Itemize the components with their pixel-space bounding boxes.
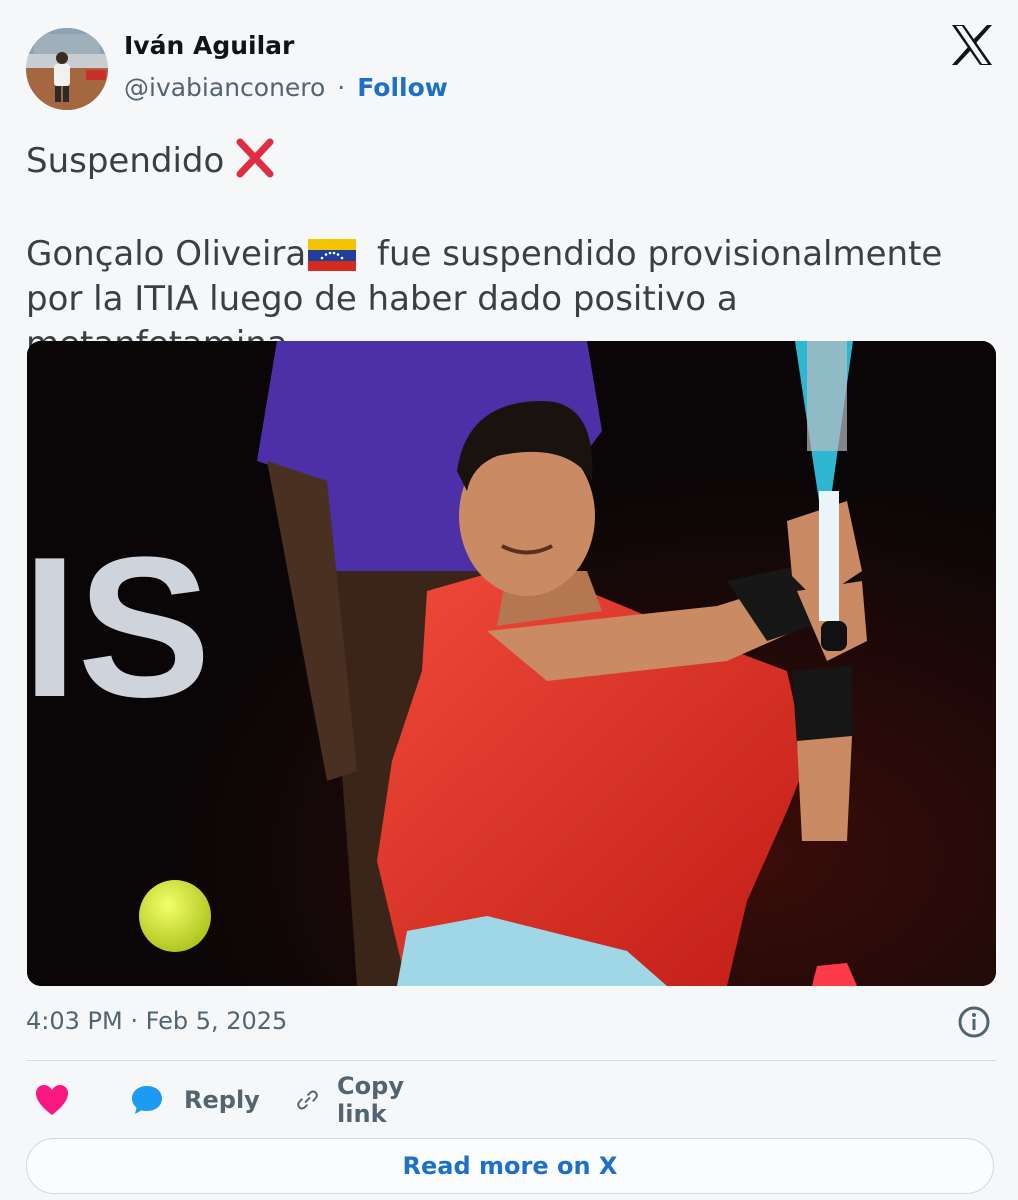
tennis-player-photo: IS — [27, 341, 996, 986]
author-handle[interactable]: @ivabianconero — [124, 73, 325, 102]
link-icon — [297, 1090, 318, 1110]
tweet-text: Suspendido Gonçalo Oliveira fue suspendi… — [26, 138, 996, 367]
court-banner-text: IS — [27, 516, 211, 739]
reply-button[interactable]: Reply — [130, 1076, 260, 1124]
speech-bubble-icon — [132, 1086, 162, 1114]
tweet-line-1-text: Suspendido — [26, 141, 225, 181]
tweet-embed-card: Iván Aguilar @ivabianconero · Follow Sus… — [0, 0, 1018, 1200]
heart-icon — [36, 1085, 68, 1115]
follow-link[interactable]: Follow — [357, 73, 448, 102]
divider — [26, 1060, 996, 1061]
read-more-label: Read more on X — [402, 1152, 618, 1180]
cross-mark-icon — [236, 138, 274, 178]
separator-dot: · — [337, 73, 346, 102]
avatar-photo — [26, 28, 108, 110]
x-logo-icon[interactable] — [950, 24, 994, 66]
tweet-line-1: Suspendido — [26, 138, 996, 184]
like-button[interactable] — [34, 1076, 70, 1124]
read-more-button[interactable]: Read more on X — [26, 1138, 994, 1194]
copy-link-label: Copy link — [337, 1072, 404, 1128]
tweet-timestamp[interactable]: 4:03 PM · Feb 5, 2025 — [26, 1007, 287, 1035]
tweet-photo[interactable]: IS — [27, 341, 996, 986]
author-name[interactable]: Iván Aguilar — [124, 31, 294, 60]
copy-link-button[interactable]: Copy link — [296, 1072, 417, 1128]
author-avatar[interactable] — [26, 28, 108, 110]
venezuela-flag-icon — [308, 239, 357, 271]
author-handle-row: @ivabianconero · Follow — [124, 73, 448, 102]
info-icon[interactable] — [957, 1005, 991, 1039]
tweet-player-name: Gonçalo Oliveira — [26, 234, 307, 274]
reply-label: Reply — [184, 1086, 260, 1114]
